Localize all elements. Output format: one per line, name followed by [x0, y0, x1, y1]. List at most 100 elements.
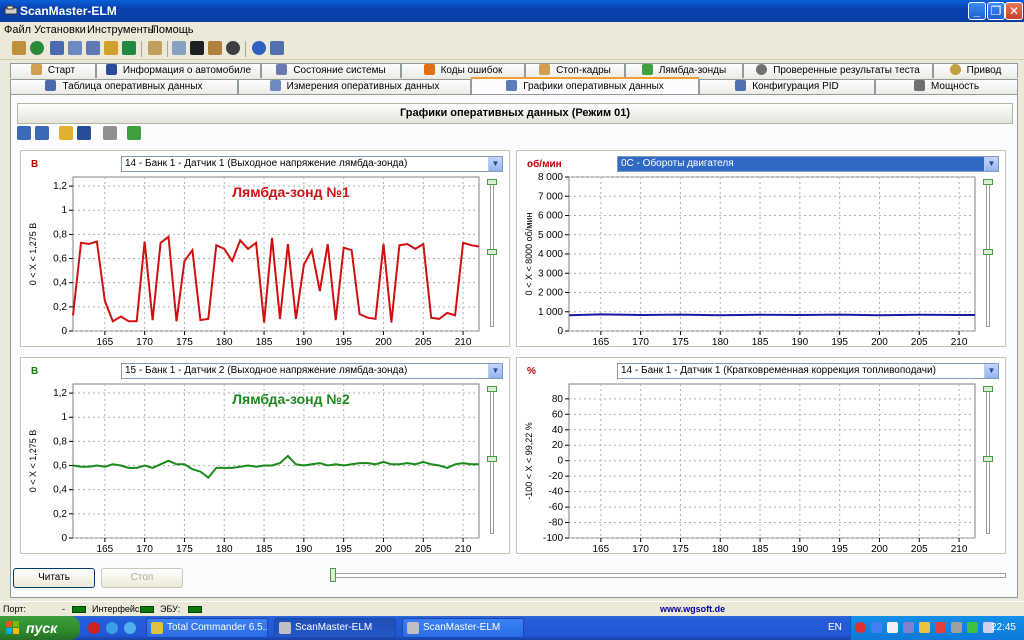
- gauge-icon[interactable]: [104, 41, 118, 55]
- start-button[interactable]: пуск: [0, 616, 80, 640]
- tick-label-x: 165: [592, 337, 609, 348]
- tick-label-x: 210: [455, 337, 472, 348]
- website-link[interactable]: www.wgsoft.de: [660, 604, 725, 614]
- power-icon: [913, 80, 925, 91]
- tick-label-y: 0,8: [53, 436, 67, 447]
- disc-icon[interactable]: [226, 41, 240, 55]
- opera-icon[interactable]: [88, 622, 100, 634]
- stop-button[interactable]: Стоп: [101, 568, 183, 588]
- menu-tools[interactable]: Инструменты: [87, 24, 156, 36]
- tick-label-x: 205: [415, 337, 432, 348]
- tab-live-data-graphs[interactable]: Графики оперативных данных: [471, 77, 699, 94]
- tick-label-x: 185: [752, 337, 769, 348]
- tick-label-y: 1 000: [538, 307, 563, 318]
- tick-label-x: 190: [296, 337, 313, 348]
- tick-label-x: 190: [296, 544, 313, 555]
- system-tray: 22:45: [850, 616, 1024, 640]
- tray-icon[interactable]: [951, 622, 962, 633]
- tray-icon[interactable]: [935, 622, 946, 633]
- tab-freeze-frames[interactable]: Стоп-кадры: [525, 63, 625, 78]
- tick-label-y: -100: [543, 533, 563, 544]
- vertical-scale-slider[interactable]: [487, 386, 497, 534]
- add-graph-icon[interactable]: [17, 126, 31, 140]
- tick-label-y: -60: [549, 502, 564, 513]
- tab-start[interactable]: Старт: [10, 63, 96, 78]
- chart-pane-rpm: об/мин 0C - Обороты двигателя ▼ 01 000 2 0…: [516, 150, 1006, 348]
- open-folder-icon[interactable]: [59, 126, 73, 140]
- terminal-icon[interactable]: [190, 41, 204, 55]
- connect-icon[interactable]: [12, 41, 26, 55]
- vertical-scale-slider[interactable]: [983, 386, 993, 534]
- tab-lambda-sensors[interactable]: Лямбда-зонды: [625, 63, 743, 78]
- tick-label-x: 195: [335, 544, 352, 555]
- book-icon[interactable]: [270, 41, 284, 55]
- close-button[interactable]: ✕: [1005, 2, 1023, 20]
- warning-icon: [423, 64, 435, 75]
- task-total-commander[interactable]: Total Commander 6.5...: [146, 618, 268, 638]
- table-icon: [45, 80, 57, 91]
- task-scanmaster-1[interactable]: ScanMaster-ELM: [274, 618, 396, 638]
- tick-label-x: 175: [176, 544, 193, 555]
- window-title: ScanMaster-ELM: [20, 4, 117, 18]
- status-bar: Порт: - Интерфейс: ЭБУ: www.wgsoft.de: [0, 601, 1024, 616]
- time-scroll-slider[interactable]: [330, 568, 1006, 582]
- save-icon[interactable]: [77, 126, 91, 140]
- tab-live-data-meters[interactable]: Измерения оперативных данных: [238, 79, 471, 94]
- browser-icon[interactable]: [124, 622, 136, 634]
- tab-vehicle-info[interactable]: Информация о автомобиле: [96, 63, 261, 78]
- tab-drive[interactable]: Привод: [933, 63, 1018, 78]
- vertical-scale-slider[interactable]: [487, 179, 497, 327]
- tab-row-primary: Старт Информация о автомобиле Состояние …: [6, 63, 1018, 78]
- language-indicator[interactable]: EN: [828, 622, 842, 633]
- chart-pane-lambda-2: В 15 - Банк 1 - Датчик 2 (Выходное напря…: [20, 357, 510, 555]
- battery-icon[interactable]: [208, 41, 222, 55]
- tray-icon[interactable]: [855, 622, 866, 633]
- tab-pid-config[interactable]: Конфигурация PID: [699, 79, 875, 94]
- tab-live-data-table[interactable]: Таблица оперативных данных: [10, 79, 238, 94]
- export-icon[interactable]: [127, 126, 141, 140]
- remove-graph-icon[interactable]: [35, 126, 49, 140]
- tray-icon[interactable]: [903, 622, 914, 633]
- tray-icon[interactable]: [871, 622, 882, 633]
- chat-icon[interactable]: [172, 41, 186, 55]
- tick-label-y: 0,4: [53, 485, 67, 496]
- toolbar: [0, 38, 1024, 60]
- vertical-scale-slider[interactable]: [983, 179, 993, 327]
- port-label: Порт:: [3, 604, 26, 614]
- tray-icon[interactable]: [919, 622, 930, 633]
- tray-icon[interactable]: [967, 622, 978, 633]
- globe-icon[interactable]: [30, 41, 44, 55]
- menu-help[interactable]: Помощь: [151, 24, 194, 36]
- tray-icon[interactable]: [887, 622, 898, 633]
- user-icon[interactable]: [122, 41, 136, 55]
- tab-power[interactable]: Мощность: [875, 79, 1018, 94]
- panel-header: Графики оперативных данных (Режим 01): [17, 103, 1013, 124]
- task-scanmaster-2[interactable]: ScanMaster-ELM: [402, 618, 524, 638]
- menu-file[interactable]: Файл: [4, 24, 31, 36]
- tick-label-x: 180: [712, 337, 729, 348]
- read-button[interactable]: Читать: [13, 568, 95, 588]
- maximize-button[interactable]: ❐: [987, 2, 1005, 20]
- table-icon[interactable]: [68, 41, 82, 55]
- tab-error-codes[interactable]: Коды ошибок: [401, 63, 525, 78]
- tick-label-y: 80: [552, 394, 564, 405]
- taskbar: пуск Total Commander 6.5... ScanMaster-E…: [0, 616, 1024, 640]
- tab-system-status[interactable]: Состояние системы: [261, 63, 401, 78]
- monitor-icon[interactable]: [86, 41, 100, 55]
- info-icon[interactable]: [252, 41, 266, 55]
- menu-settings[interactable]: Установки: [34, 24, 86, 36]
- tick-label-x: 185: [256, 337, 273, 348]
- tab-test-results[interactable]: Проверенные результаты теста: [743, 63, 933, 78]
- minimize-button[interactable]: _: [968, 2, 986, 20]
- ie-icon[interactable]: [106, 622, 118, 634]
- chart-annotation: Лямбда-зонд №2: [232, 391, 350, 407]
- meter-icon: [269, 80, 281, 91]
- app-icon: [407, 622, 419, 634]
- document-icon[interactable]: [50, 41, 64, 55]
- tick-label-x: 195: [335, 337, 352, 348]
- ecu-label: ЭБУ:: [160, 604, 181, 614]
- tick-label-x: 205: [911, 544, 928, 555]
- tick-label-y: 0: [557, 456, 563, 467]
- print-icon[interactable]: [103, 126, 117, 140]
- clipboard-icon[interactable]: [148, 41, 162, 55]
